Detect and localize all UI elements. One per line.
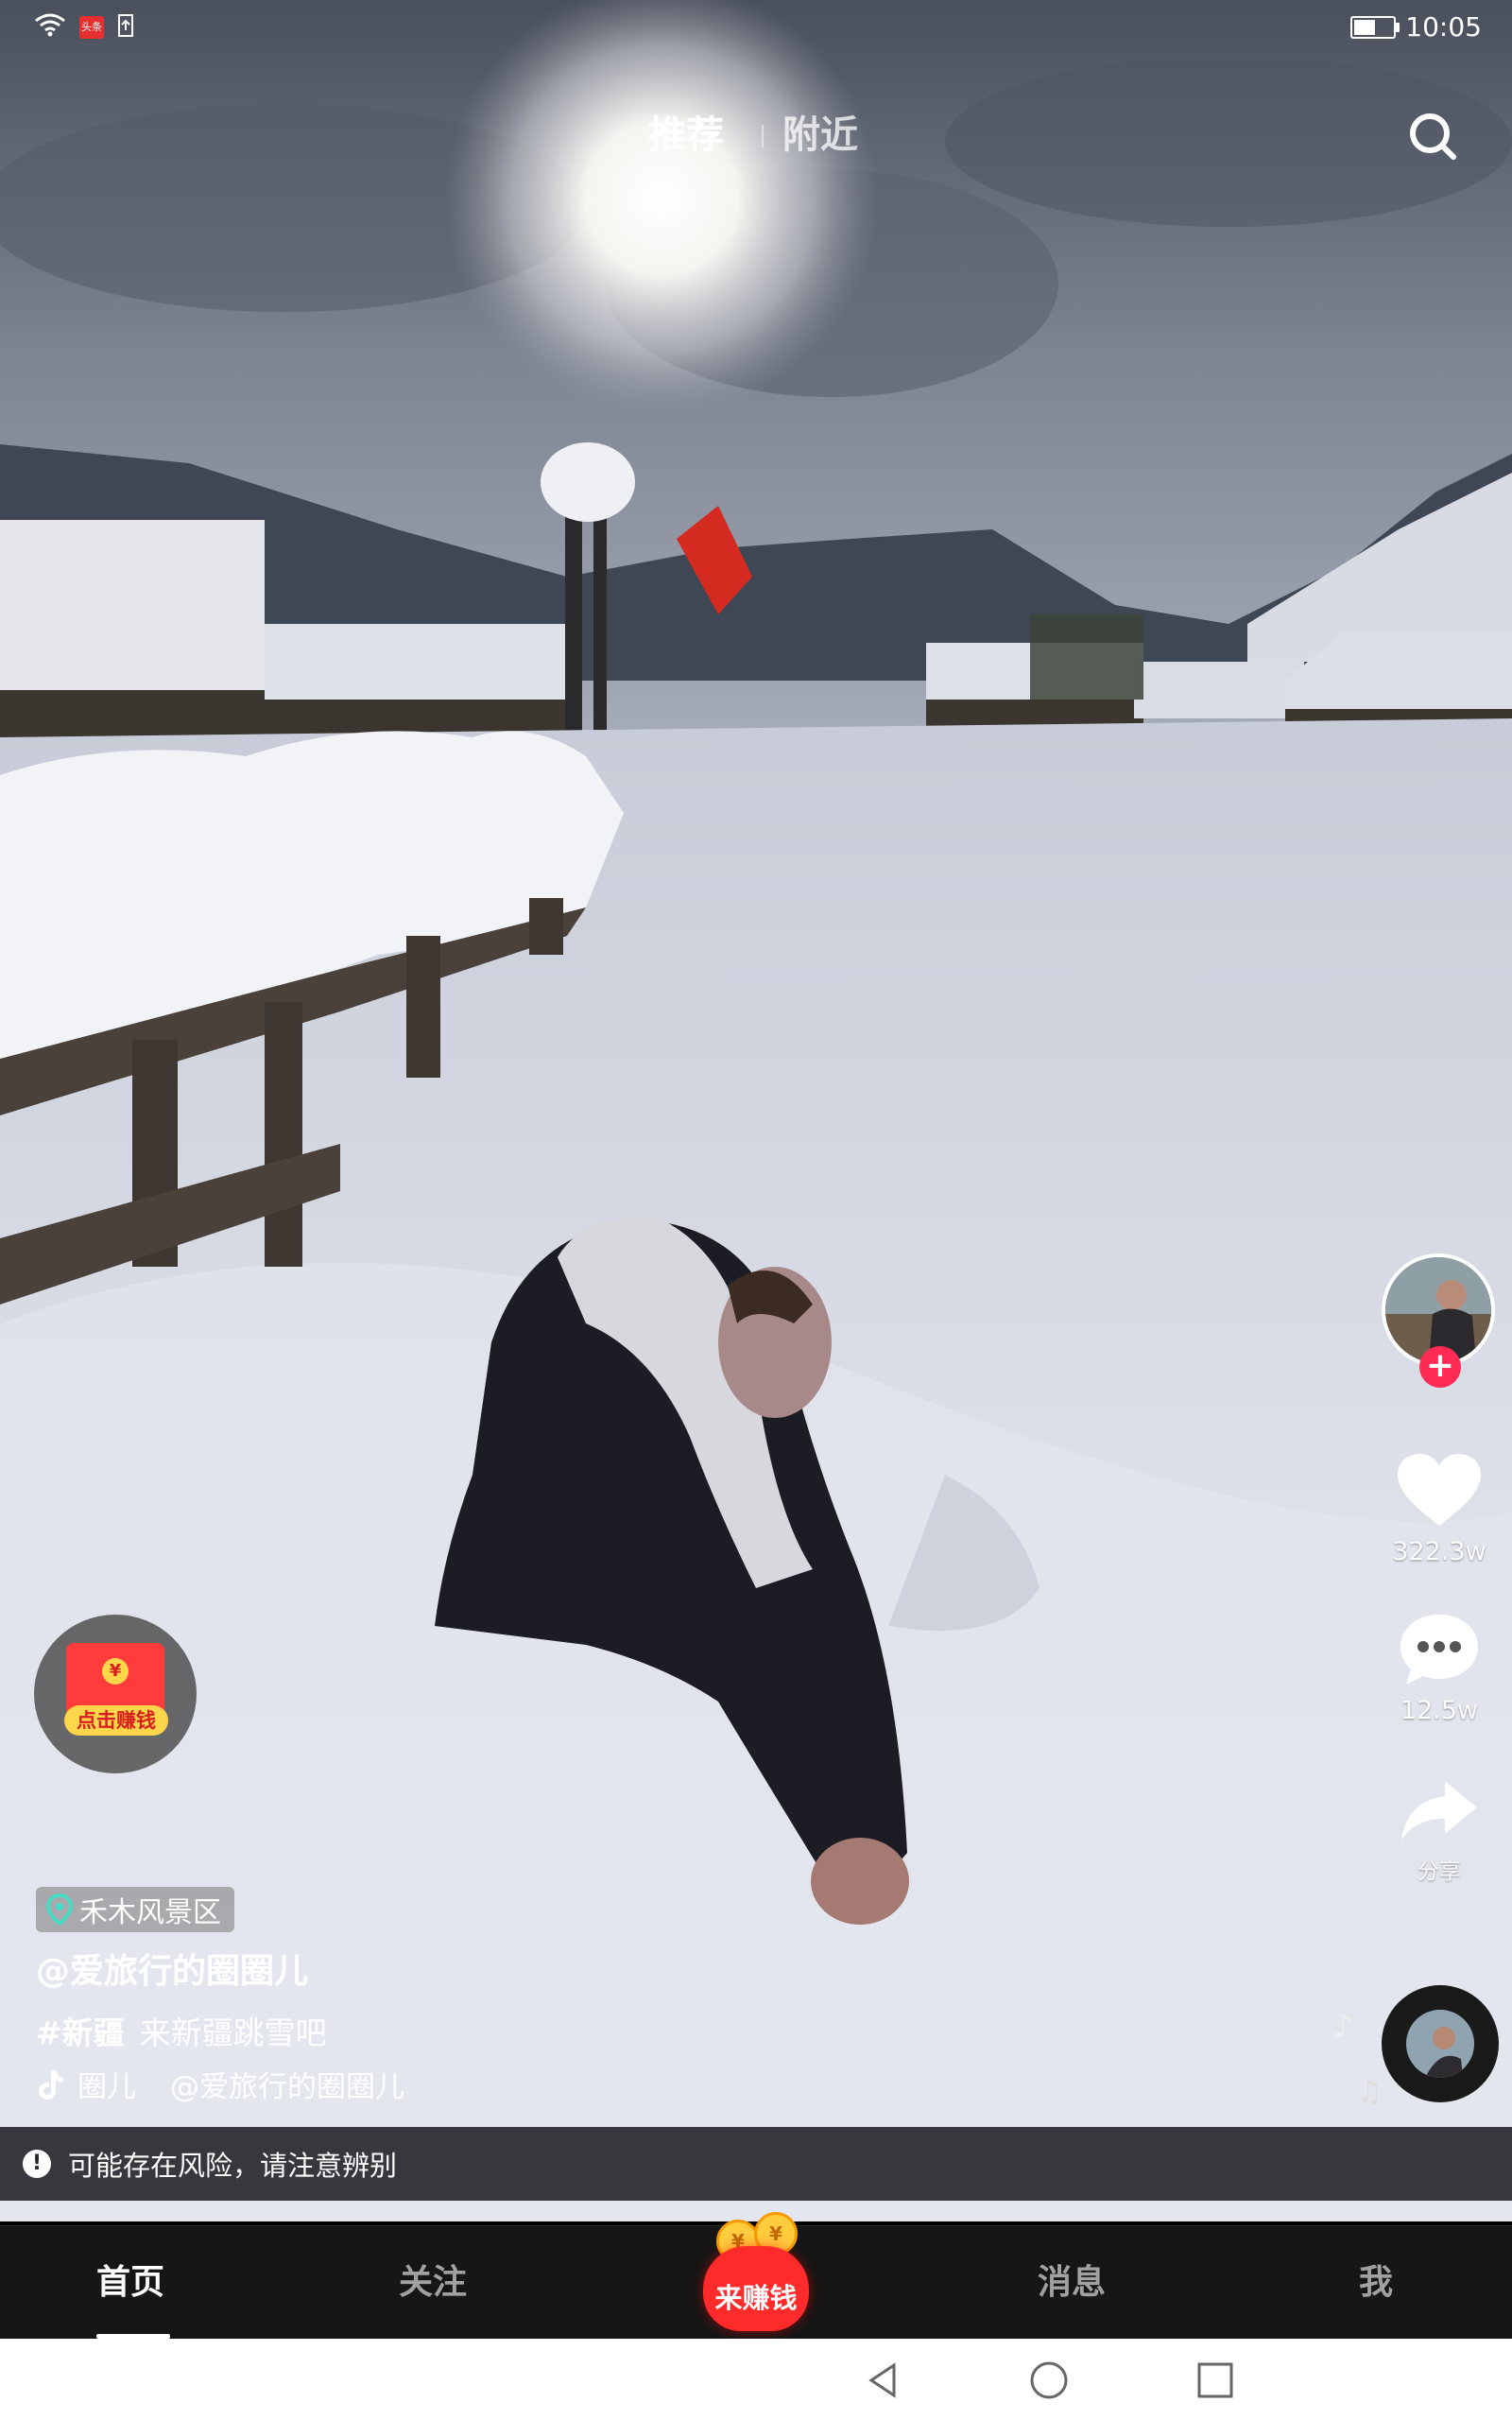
system-nav-bar [0,2339,1512,2420]
video-caption: #新疆 来新疆跳雪吧 [36,2008,327,2053]
share-label: 分享 [1418,1859,1461,1884]
tab-nearby[interactable]: 附近 [782,104,858,159]
battery-icon [1350,15,1400,39]
author-name[interactable]: @爱旅行的圈圈儿 [36,1944,308,1993]
location-name: 禾木风景区 [79,1896,221,1929]
earn-money-float-button[interactable]: ¥ 点击赚钱 [34,1615,197,1773]
warning-icon: ! [23,2150,51,2178]
risk-notice-text: 可能存在风险，请注意辨别 [68,2150,398,2182]
heart-icon [1398,1454,1481,1526]
share-icon [1401,1781,1477,1840]
home-icon[interactable] [1028,2360,1070,2401]
tab-recommended[interactable]: 推荐 [648,104,724,159]
search-icon [1410,113,1456,160]
app-badge-icon: 头条 [79,16,104,39]
search-button[interactable] [1406,110,1459,163]
music-disc-button[interactable] [1382,1985,1499,2102]
comment-icon [1400,1615,1478,1685]
comment-count: 12.5w [1400,1696,1479,1725]
tiktok-icon [39,2069,63,2100]
hashtag-link[interactable]: #新疆 [36,2014,125,2051]
nav-home[interactable]: 首页 [96,2255,164,2304]
feed-tabs: 推荐 附近 [0,104,1512,170]
nav-earn-button[interactable]: ¥ ¥ 来赚钱 [692,2208,820,2337]
author-avatar-button[interactable]: + [1382,1253,1495,1388]
caption-text: 来新疆跳雪吧 [139,2014,327,2051]
music-author: @爱旅行的圈圈儿 [170,2070,404,2104]
music-info[interactable]: 圈儿 @爱旅行的圈圈儿 [36,2063,404,2105]
follow-button[interactable]: + [1419,1346,1461,1388]
status-icons-left: 头条 [34,13,134,42]
nav-me[interactable]: 我 [1359,2255,1393,2304]
recents-icon[interactable] [1194,2360,1236,2401]
earn-label: 来赚钱 [714,2282,798,2314]
like-button[interactable]: 322.3w [1378,1452,1501,1566]
share-button[interactable]: 分享 [1378,1777,1501,1885]
app-screen: 头条 10:05 推荐 附近 + 322.3w 12.5w 分享 ♪ ♫ ¥ 点… [0,0,1512,2420]
risk-notice-bar: ! 可能存在风险，请注意辨别 [0,2127,1512,2201]
status-bar: 头条 10:05 [0,0,1512,57]
tab-divider [762,125,764,147]
location-pin-icon [46,1893,73,1926]
nav-messages[interactable]: 消息 [1038,2255,1106,2304]
location-tag[interactable]: 禾木风景区 [36,1887,234,1932]
back-icon[interactable] [862,2360,903,2401]
clock: 10:05 [1405,11,1482,43]
music-title: 圈儿 [77,2070,136,2104]
wifi-icon [34,13,66,42]
comment-button[interactable]: 12.5w [1378,1611,1501,1725]
coin-icon: ¥ [102,1658,129,1685]
like-count: 322.3w [1392,1537,1486,1566]
nav-follow[interactable]: 关注 [399,2255,467,2304]
music-note-icon: ♪ [1332,2008,1353,2046]
earn-money-label: 点击赚钱 [64,1705,168,1736]
music-cover [1406,2010,1474,2078]
status-icons-right: 10:05 [1350,11,1482,43]
music-note-small-icon: ♫ [1357,2076,1383,2109]
upload-icon [117,13,134,42]
